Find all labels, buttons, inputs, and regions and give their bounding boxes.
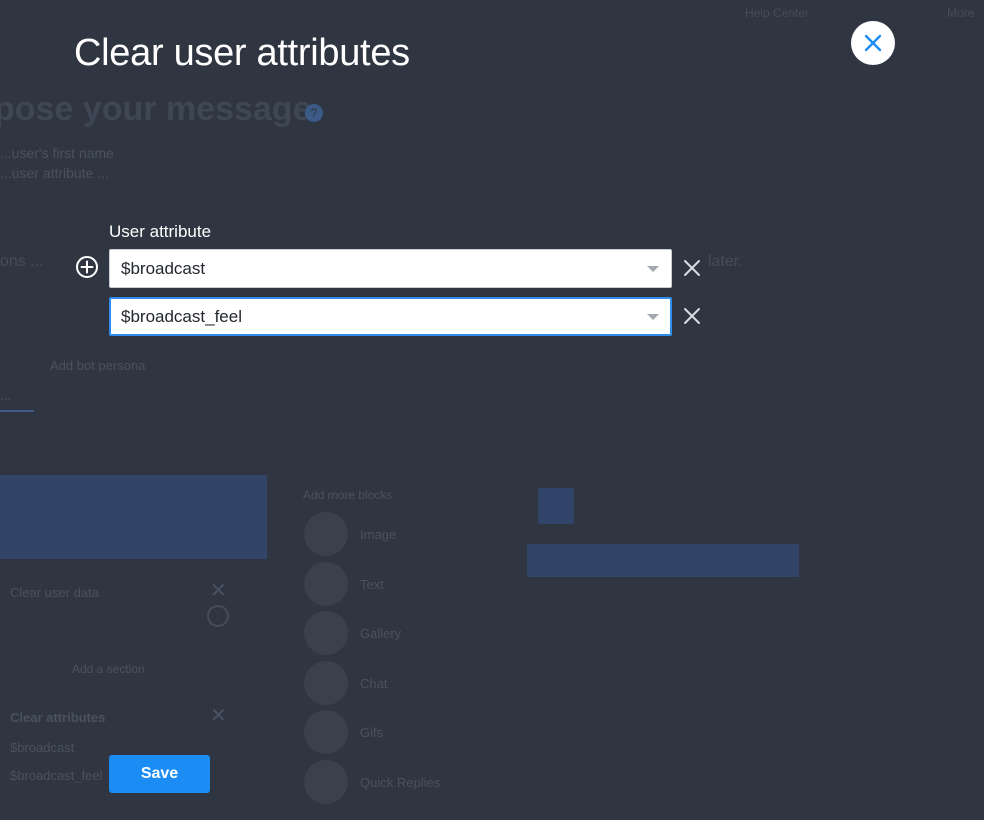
bg-close-icon: ✕ xyxy=(210,580,227,602)
bg-circle-icon xyxy=(207,605,229,627)
bg-top-link: Help Center xyxy=(745,6,810,20)
bg-close-icon: ✕ xyxy=(210,705,227,727)
bg-text-line: ...user's first name xyxy=(0,145,114,161)
bg-attribute: $broadcast xyxy=(10,740,75,755)
caret-down-icon xyxy=(647,266,659,272)
bg-blocks-title: Add more blocks xyxy=(303,488,393,502)
user-attribute-label: User attribute xyxy=(109,222,212,241)
modal-title: Clear user attributes xyxy=(74,32,410,74)
bg-block-label: Image xyxy=(360,527,397,542)
bg-block-icon xyxy=(304,562,348,606)
bg-block-icon xyxy=(304,512,348,556)
bg-heading: pose your message xyxy=(0,90,312,128)
background-page: Help Center More pose your message ? ...… xyxy=(0,0,984,820)
caret-down-icon xyxy=(647,314,659,320)
bg-text-line: ons ... xyxy=(0,253,44,270)
bg-block-label: Chat xyxy=(360,676,388,691)
bg-attribute: $broadcast_feel xyxy=(10,768,103,783)
attribute-select-2[interactable]: $broadcast_feel xyxy=(109,297,672,336)
bg-block-label: Text xyxy=(360,577,384,592)
attribute-select-1[interactable]: $broadcast xyxy=(109,249,672,288)
bg-block-icon xyxy=(304,661,348,705)
bg-clear-user-data: Clear user data xyxy=(10,585,99,600)
close-button[interactable] xyxy=(851,21,895,65)
bg-top-link: More xyxy=(947,6,975,20)
bg-clear-attributes: Clear attributes xyxy=(10,710,106,725)
attribute-select-value: $broadcast_feel xyxy=(121,307,242,326)
attribute-select-value: $broadcast xyxy=(121,259,206,278)
bg-tab: ... xyxy=(0,388,11,403)
bg-blue-square xyxy=(538,488,574,524)
bg-block-label: Gifs xyxy=(360,725,384,740)
bg-blue-bar xyxy=(527,544,799,577)
save-button[interactable]: Save xyxy=(109,755,210,793)
bg-card xyxy=(0,475,267,559)
bg-block-label: Gallery xyxy=(360,626,402,641)
bg-block-icon xyxy=(304,611,348,655)
x-icon[interactable] xyxy=(681,257,703,279)
bg-text-line: ...user attribute ... xyxy=(0,165,109,181)
bg-block-icon xyxy=(304,710,348,754)
bg-block-icon xyxy=(304,760,348,804)
bg-tab-underline xyxy=(0,410,34,412)
bg-add-section: Add a section xyxy=(72,662,145,676)
bg-text-line: later. xyxy=(708,253,743,270)
bg-block-label: Quick Replies xyxy=(360,775,441,790)
bg-tab: Add bot persona xyxy=(50,358,146,373)
plus-circle-icon[interactable] xyxy=(75,255,99,279)
help-icon: ? xyxy=(305,104,323,122)
close-icon xyxy=(864,34,882,52)
x-icon[interactable] xyxy=(681,305,703,327)
